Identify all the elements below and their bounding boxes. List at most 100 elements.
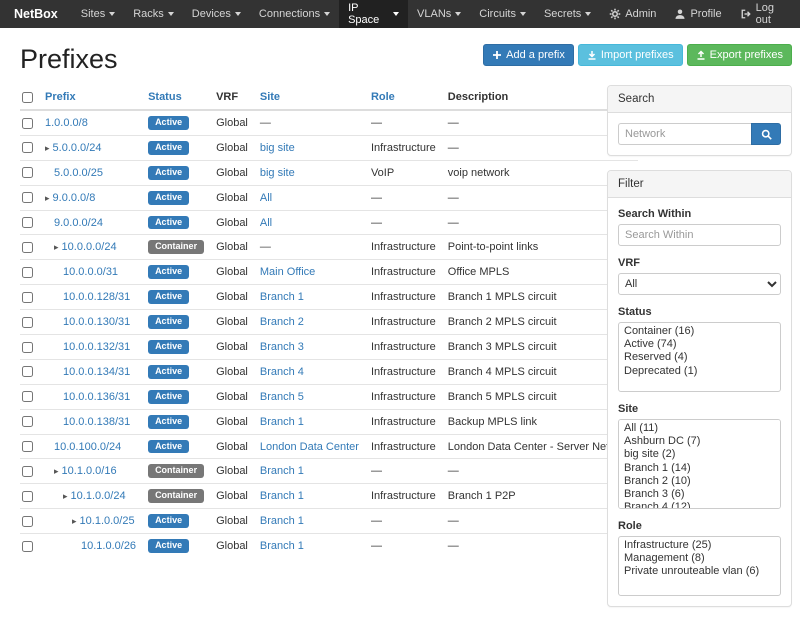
- site-link[interactable]: Branch 4: [260, 366, 304, 378]
- row-checkbox[interactable]: [22, 466, 33, 477]
- sidebar: Search Filter Search Within: [607, 85, 792, 621]
- prefix-link[interactable]: 10.1.0.0/24: [71, 490, 126, 502]
- role-filter-select[interactable]: Infrastructure (25)Management (8)Private…: [618, 536, 781, 596]
- export-prefixes-button[interactable]: Export prefixes: [687, 44, 792, 66]
- vrf-cell: Global: [210, 484, 254, 509]
- site-link[interactable]: big site: [260, 167, 295, 179]
- row-checkbox[interactable]: [22, 167, 33, 178]
- row-checkbox[interactable]: [22, 441, 33, 452]
- site-link[interactable]: Main Office: [260, 266, 315, 278]
- site-option[interactable]: Ashburn DC (7): [621, 435, 778, 448]
- nav-item-vlans[interactable]: VLANs: [408, 0, 470, 28]
- row-checkbox[interactable]: [22, 541, 33, 552]
- site-link[interactable]: Branch 1: [260, 490, 304, 502]
- prefix-link[interactable]: 10.0.0.134/31: [63, 366, 130, 378]
- row-checkbox[interactable]: [22, 292, 33, 303]
- nav-item-devices[interactable]: Devices: [183, 0, 250, 28]
- site-link[interactable]: Branch 5: [260, 391, 304, 403]
- site-link[interactable]: Branch 1: [260, 515, 304, 527]
- role-option[interactable]: Management (8): [621, 552, 778, 565]
- prefix-link[interactable]: 9.0.0.0/8: [53, 192, 96, 204]
- add-prefix-button[interactable]: Add a prefix: [483, 44, 574, 66]
- import-prefixes-button[interactable]: Import prefixes: [578, 44, 683, 66]
- row-checkbox[interactable]: [22, 242, 33, 253]
- row-checkbox[interactable]: [22, 366, 33, 377]
- site-option[interactable]: big site (2): [621, 448, 778, 461]
- row-checkbox[interactable]: [22, 192, 33, 203]
- prefix-link[interactable]: 9.0.0.0/24: [54, 217, 103, 229]
- sort-prefix-header[interactable]: Prefix: [45, 91, 76, 103]
- prefix-link[interactable]: 5.0.0.0/25: [54, 167, 103, 179]
- site-link[interactable]: Branch 1: [260, 416, 304, 428]
- site-option[interactable]: All (11): [621, 422, 778, 435]
- site-link[interactable]: Branch 1: [260, 465, 304, 477]
- prefix-link[interactable]: 10.1.0.0/16: [62, 465, 117, 477]
- prefix-link[interactable]: 1.0.0.0/8: [45, 117, 88, 129]
- prefix-link[interactable]: 10.0.0.132/31: [63, 341, 130, 353]
- site-filter-select[interactable]: All (11)Ashburn DC (7)big site (2)Branch…: [618, 419, 781, 509]
- prefix-link[interactable]: 10.0.100.0/24: [54, 441, 121, 453]
- prefix-link[interactable]: 10.0.0.128/31: [63, 291, 130, 303]
- prefix-link[interactable]: 10.0.0.136/31: [63, 391, 130, 403]
- site-link[interactable]: Branch 1: [260, 540, 304, 552]
- nav-item-racks[interactable]: Racks: [124, 0, 183, 28]
- row-checkbox[interactable]: [22, 118, 33, 129]
- nav-item-connections[interactable]: Connections: [250, 0, 339, 28]
- profile-link[interactable]: Profile: [665, 0, 730, 28]
- status-option[interactable]: Reserved (4): [621, 351, 778, 364]
- search-input[interactable]: [618, 123, 751, 145]
- vrf-filter-select[interactable]: All: [618, 273, 781, 295]
- prefix-link[interactable]: 10.1.0.0/26: [81, 540, 136, 552]
- prefix-link[interactable]: 10.0.0.0/24: [62, 241, 117, 253]
- site-link[interactable]: London Data Center: [260, 441, 359, 453]
- site-link[interactable]: Branch 1: [260, 291, 304, 303]
- site-link[interactable]: All: [260, 192, 272, 204]
- search-button[interactable]: [751, 123, 781, 145]
- chevron-down-icon: [520, 12, 526, 16]
- role-cell: Infrastructure: [365, 409, 442, 434]
- search-within-input[interactable]: [618, 224, 781, 246]
- sort-status-header[interactable]: Status: [148, 91, 182, 103]
- prefix-link[interactable]: 10.0.0.130/31: [63, 316, 130, 328]
- site-link[interactable]: big site: [260, 142, 295, 154]
- site-option[interactable]: Branch 3 (6): [621, 488, 778, 501]
- site-link[interactable]: Branch 2: [260, 316, 304, 328]
- status-option[interactable]: Active (74): [621, 338, 778, 351]
- role-option[interactable]: Private unrouteable vlan (6): [621, 565, 778, 578]
- nav-item-sites[interactable]: Sites: [72, 0, 124, 28]
- site-option[interactable]: Branch 4 (12): [621, 501, 778, 509]
- sort-site-header[interactable]: Site: [260, 91, 280, 103]
- prefix-link[interactable]: 10.0.0.138/31: [63, 416, 130, 428]
- site-link[interactable]: Branch 3: [260, 341, 304, 353]
- row-checkbox[interactable]: [22, 416, 33, 427]
- nav-item-secrets[interactable]: Secrets: [535, 0, 600, 28]
- brand-link[interactable]: NetBox: [0, 0, 72, 28]
- nav-item-ip-space[interactable]: IP Space: [339, 0, 408, 28]
- logout-link[interactable]: Log out: [731, 0, 800, 28]
- prefix-link[interactable]: 5.0.0.0/24: [53, 142, 102, 154]
- prefix-link[interactable]: 10.0.0.0/31: [63, 266, 118, 278]
- status-option[interactable]: Deprecated (1): [621, 365, 778, 378]
- nav-item-circuits[interactable]: Circuits: [470, 0, 535, 28]
- role-option[interactable]: Infrastructure (25): [621, 539, 778, 552]
- row-checkbox[interactable]: [22, 342, 33, 353]
- admin-link[interactable]: Admin: [600, 0, 665, 28]
- site-option[interactable]: Branch 2 (10): [621, 475, 778, 488]
- row-checkbox[interactable]: [22, 516, 33, 527]
- row-checkbox[interactable]: [22, 317, 33, 328]
- row-checkbox[interactable]: [22, 267, 33, 278]
- vrf-cell: Global: [210, 135, 254, 160]
- select-all-checkbox[interactable]: [22, 92, 33, 103]
- row-checkbox[interactable]: [22, 217, 33, 228]
- site-option[interactable]: Branch 1 (14): [621, 462, 778, 475]
- prefix-link[interactable]: 10.1.0.0/25: [80, 515, 135, 527]
- row-checkbox[interactable]: [22, 142, 33, 153]
- sort-role-header[interactable]: Role: [371, 91, 395, 103]
- filter-panel-title: Filter: [608, 171, 791, 198]
- status-filter-select[interactable]: Container (16)Active (74)Reserved (4)Dep…: [618, 322, 781, 392]
- site-link[interactable]: All: [260, 217, 272, 229]
- search-panel: Search: [607, 85, 792, 156]
- row-checkbox[interactable]: [22, 491, 33, 502]
- status-option[interactable]: Container (16): [621, 325, 778, 338]
- row-checkbox[interactable]: [22, 391, 33, 402]
